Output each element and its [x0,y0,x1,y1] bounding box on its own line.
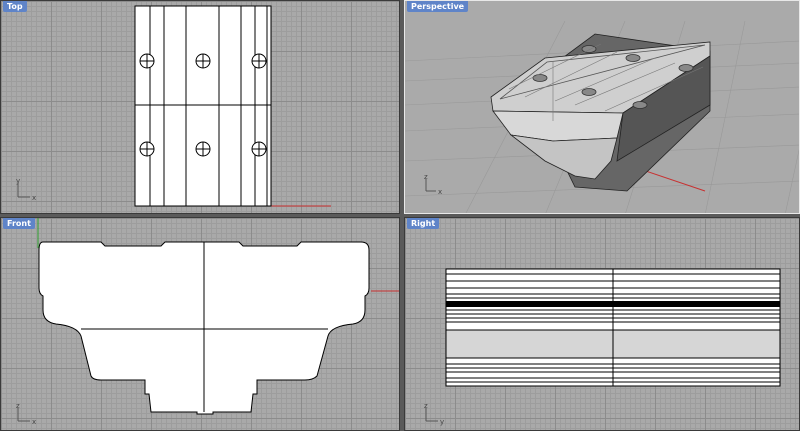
axis-widget-icon [17,183,30,198]
block-right-view[interactable] [445,268,781,387]
viewport-title-top[interactable]: Top [3,1,27,12]
right-view-canvas[interactable]: z y [405,218,800,431]
axis-label-x: x [32,418,36,426]
perspective-canvas[interactable]: z x [405,1,800,214]
front-view-canvas[interactable]: z x [1,218,400,431]
viewport-title-front[interactable]: Front [3,218,35,229]
axis-label-x: x [32,194,36,202]
viewport-front[interactable]: Front z x [0,217,400,431]
block-top-view[interactable] [134,5,272,207]
viewport-top[interactable]: Top y x [0,0,400,214]
viewport-perspective[interactable]: Perspective z x [404,0,800,214]
axis-label-z: z [424,402,428,410]
axis-widget-icon [17,408,30,422]
top-view-canvas[interactable]: y x [1,1,400,214]
axis-label-z: z [424,173,428,181]
axis-label-y: y [440,418,444,426]
viewport-title-perspective[interactable]: Perspective [407,1,469,12]
axis-label-z: z [16,402,20,410]
viewport-title-right[interactable]: Right [407,218,440,229]
axis-label-x: x [438,188,442,196]
block-3d-model[interactable] [490,33,711,192]
block-front-profile[interactable] [38,241,370,415]
viewport-right[interactable]: Right z y [404,217,800,431]
axis-widget-icon [425,408,438,422]
axis-label-y: y [16,177,20,185]
